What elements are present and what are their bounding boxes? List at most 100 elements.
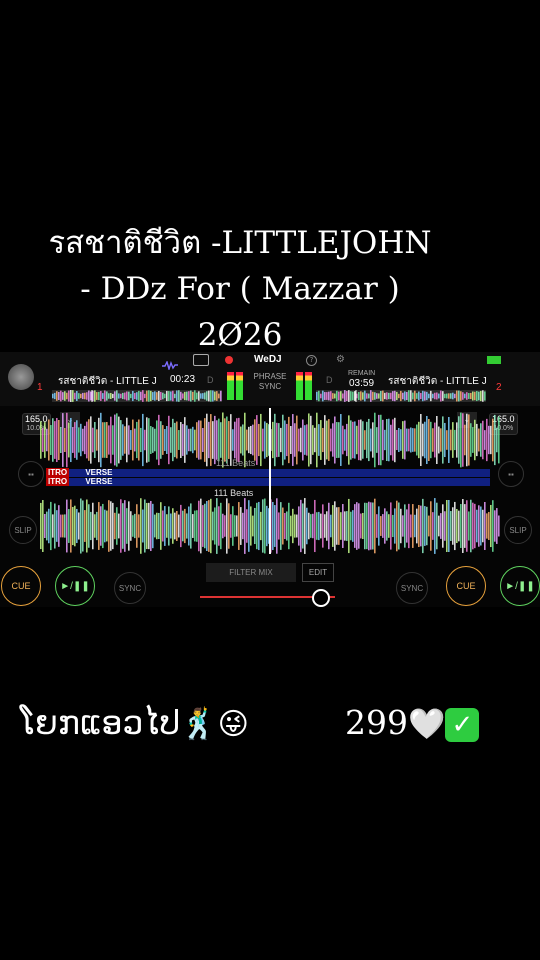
waveform-bar (366, 393, 368, 399)
deck-1-hot-cue-button[interactable]: ▪▪ (18, 461, 44, 487)
waveform-bar (414, 390, 416, 402)
jog-wheel-icon[interactable] (8, 364, 34, 390)
waveform-bar (126, 508, 128, 544)
waveform-bar (410, 390, 412, 402)
waveform-bar (92, 502, 94, 550)
deck-2-cue-button[interactable]: CUE (446, 566, 486, 606)
deck-2-sync-button[interactable]: SYNC (396, 572, 428, 604)
waveform-bar (122, 503, 124, 549)
waveform-bar (364, 390, 366, 402)
caption-left: ໂຍກແອວໄປ🕺😜 (20, 700, 249, 748)
waveform-bar (204, 392, 206, 400)
waveform-bar (82, 392, 84, 400)
waveform-bar (276, 422, 278, 458)
help-icon[interactable]: ? (306, 355, 317, 366)
phrase-sync-button[interactable]: PHRASE SYNC (250, 372, 290, 392)
waveform-bar (80, 423, 82, 457)
waveform-bar (256, 502, 258, 550)
waveform-bar (430, 390, 432, 402)
waveform-bar (258, 423, 260, 457)
waveform-bar (388, 392, 390, 400)
mixer-icon[interactable] (193, 354, 209, 366)
waveform-bar (322, 390, 324, 402)
waveform-bar (142, 413, 144, 467)
waveform-bar (250, 425, 252, 455)
waveform-bar (482, 420, 484, 460)
record-icon[interactable] (225, 356, 233, 364)
waveform-bar (154, 514, 156, 538)
waveform-bar (182, 424, 184, 456)
waveform-bar (320, 393, 322, 399)
waveform-bar (328, 419, 330, 461)
waveform-bar (60, 426, 62, 454)
waveform-bar (420, 393, 422, 399)
waveform-bar (114, 512, 116, 540)
waveform-bar (286, 511, 288, 541)
waveform-bar (238, 417, 240, 463)
waveform-bar (276, 498, 278, 554)
waveform-bar (118, 416, 120, 464)
deck-2-hot-cue-button[interactable]: ▪▪ (498, 461, 524, 487)
waveform-bar (78, 512, 80, 540)
waveform-bar (440, 428, 442, 452)
waveform-bar (130, 511, 132, 541)
waveform-bar (128, 425, 130, 455)
waveform-bar (428, 419, 430, 461)
waveform-bar (458, 416, 460, 464)
waveform-bar (178, 430, 180, 450)
waveform-bar (170, 391, 172, 401)
waveform-bar (432, 512, 434, 540)
waveform-bar (462, 499, 464, 553)
deck-1-cue-strip[interactable]: ITRO VERSE (46, 468, 490, 477)
waveform-bar (280, 427, 282, 453)
deck-1-overview-waveform[interactable] (52, 390, 222, 402)
waveform-bar (88, 504, 90, 548)
deck-2-slip-button[interactable]: SLIP (504, 516, 532, 544)
deck-2-cue-strip[interactable]: ITRO VERSE (46, 477, 490, 486)
deck-1-cue-button[interactable]: CUE (1, 566, 41, 606)
waveform-bar (218, 418, 220, 462)
waveform-icon[interactable] (162, 355, 178, 372)
waveform-bar (284, 420, 286, 460)
waveform-bar (340, 391, 342, 401)
waveform-bar (328, 391, 330, 401)
waveform-bar (48, 508, 50, 544)
deck-1-play-pause-button[interactable]: ►/❚❚ (55, 566, 95, 606)
deck-1-sync-button[interactable]: SYNC (114, 572, 146, 604)
vu-meter-left-b (236, 372, 243, 400)
waveform-bar (68, 422, 70, 458)
waveform-bar (390, 424, 392, 456)
waveform-bar (108, 500, 110, 552)
waveform-bar (228, 421, 230, 459)
waveform-bar (368, 418, 370, 462)
waveform-bar (450, 429, 452, 451)
waveform-bar (296, 514, 298, 538)
waveform-bar (126, 417, 128, 463)
waveform-bar (306, 424, 308, 456)
deck-2-play-pause-button[interactable]: ►/❚❚ (500, 566, 540, 606)
waveform-bar (336, 507, 338, 545)
waveform-bar (496, 508, 498, 544)
waveform-bar (360, 513, 362, 539)
waveform-bar (322, 504, 324, 548)
waveform-bar (186, 425, 188, 455)
waveform-bar (144, 393, 146, 399)
waveform-bar (462, 413, 464, 467)
waveform-bar (182, 393, 184, 399)
deck-2-overview-waveform[interactable] (316, 390, 486, 402)
waveform-bar (208, 390, 210, 402)
waveform-bar (208, 421, 210, 459)
crossfader-knob[interactable] (311, 589, 330, 607)
waveform-bar (420, 505, 422, 547)
waveform-bar (372, 422, 374, 458)
waveform-bar (150, 426, 152, 454)
settings-gear-icon[interactable]: ⚙ (336, 355, 345, 365)
filter-mix-button[interactable]: FILTER MIX (206, 563, 296, 582)
deck-1-slip-button[interactable]: SLIP (9, 516, 37, 544)
waveform-bar (148, 502, 150, 550)
waveform-bar (66, 412, 68, 468)
waveform-bar (384, 392, 386, 400)
waveform-bar (84, 425, 86, 455)
edit-button[interactable]: EDIT (302, 563, 334, 582)
deck-2-verse-cue: VERSE (85, 477, 113, 486)
